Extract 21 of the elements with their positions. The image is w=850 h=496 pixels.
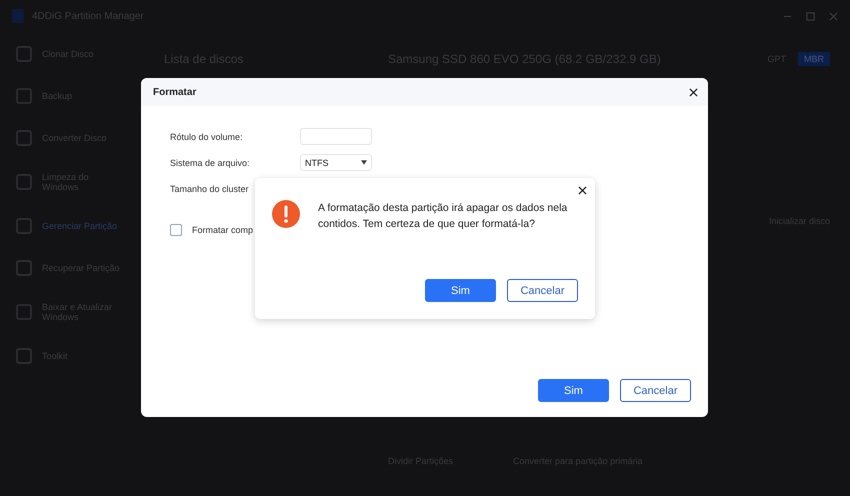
confirm-message: A formatação desta partição irá apagar os dados nela contidos. Tem certeza de que quer formatá-la? [318,201,568,232]
volume-label-field[interactable] [300,128,372,145]
field-label: Sistema de arquivo: [170,158,251,168]
cancel-button[interactable]: Cancelar [620,379,691,402]
checkbox-label: Formatar comp [192,225,254,235]
dialog-title: Formatar [153,86,196,98]
confirm-button[interactable]: Sim [538,379,609,402]
cancel-button[interactable]: Cancelar [507,279,578,302]
checkbox[interactable] [170,224,182,236]
app-logo-icon [12,9,24,23]
partition-style-tab[interactable]: MBR [798,52,830,66]
close-icon[interactable] [578,186,587,195]
file-system-dropdown[interactable]: NTFS [300,154,372,171]
close-icon[interactable] [689,88,698,96]
maximize-icon[interactable] [806,12,815,20]
field-label: Tamanho do cluster [170,184,250,194]
caret-icon [361,160,367,165]
confirm-button[interactable]: Sim [425,279,496,302]
field-label: Rótulo do volume: [170,132,244,142]
sidebar-item[interactable]: Gerenciar Partição [10,216,130,236]
warning-icon [272,200,300,228]
